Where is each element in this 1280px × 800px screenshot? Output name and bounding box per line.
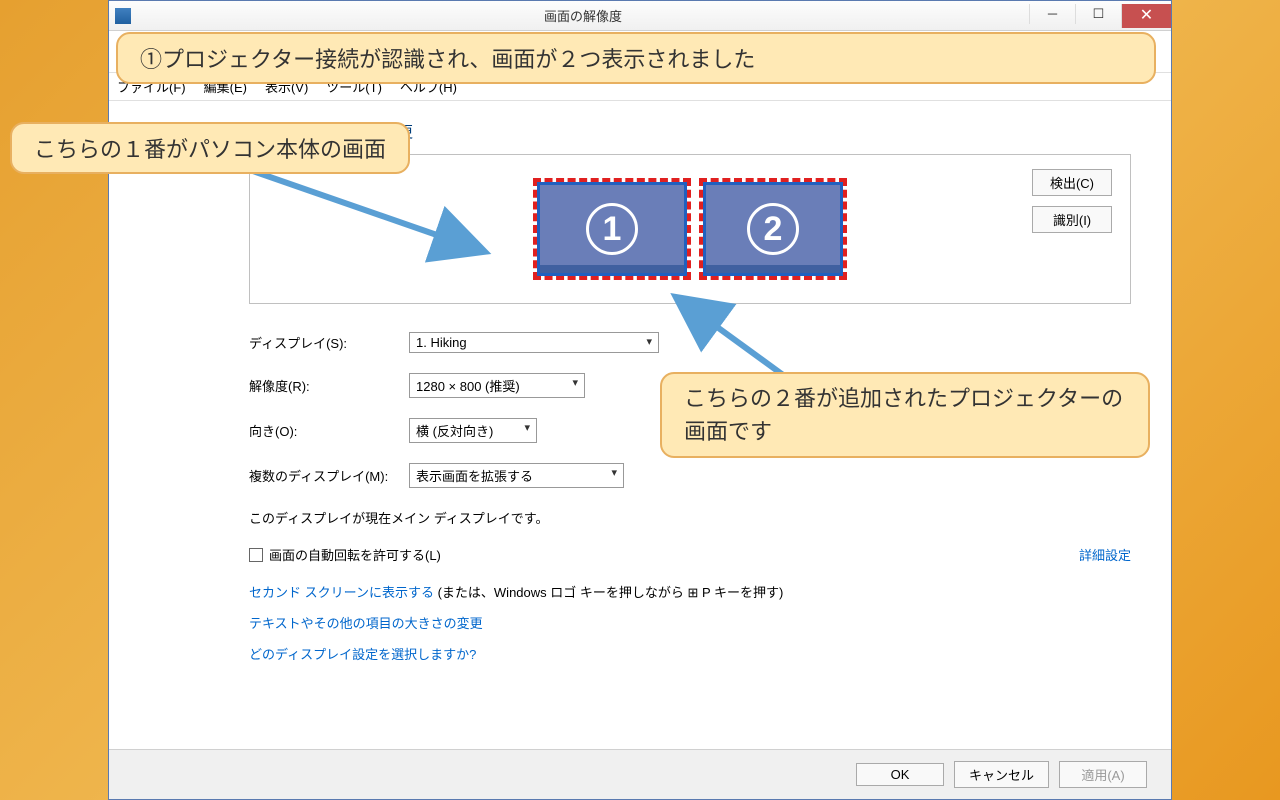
text-size-link[interactable]: テキストやその他の項目の大きさの変更	[249, 616, 483, 631]
window-icon	[115, 8, 131, 24]
link1-suffix-a: (または、Windows ロゴ キーを押しながら	[434, 585, 688, 600]
label-orientation: 向き(O):	[249, 421, 409, 440]
checkbox-row: 画面の自動回転を許可する(L) 詳細設定	[249, 545, 1131, 564]
screen-preview-container[interactable]: 1 2	[533, 178, 847, 280]
close-button[interactable]: ✕	[1121, 4, 1171, 28]
select-orientation[interactable]: 横 (反対向き)	[409, 418, 537, 443]
annotation-callout-2: こちらの１番がパソコン本体の画面	[10, 122, 410, 174]
ok-button[interactable]: OK	[856, 763, 944, 786]
apply-button[interactable]: 適用(A)	[1059, 761, 1147, 788]
screen-2[interactable]: 2	[699, 178, 847, 280]
winlogo-icon: ⊞	[687, 585, 698, 600]
screen-2-number: 2	[747, 203, 799, 255]
select-resolution[interactable]: 1280 × 800 (推奨)	[409, 373, 585, 398]
titlebar: 画面の解像度 ─ ☐ ✕	[109, 1, 1171, 31]
annotation-callout-3: こちらの２番が追加されたプロジェクターの画面です	[660, 372, 1150, 458]
screen-1[interactable]: 1	[533, 178, 691, 280]
monitor-buttons: 検出(C) 識別(I)	[1032, 169, 1112, 233]
checkbox-icon	[249, 548, 263, 562]
minimize-button[interactable]: ─	[1029, 4, 1075, 24]
dialog-footer: OK キャンセル 適用(A)	[109, 749, 1171, 799]
detect-button[interactable]: 検出(C)	[1032, 169, 1112, 196]
cancel-button[interactable]: キャンセル	[954, 761, 1049, 788]
link-row-3: どのディスプレイ設定を選択しますか?	[249, 644, 1131, 663]
link-row-2: テキストやその他の項目の大きさの変更	[249, 613, 1131, 632]
label-resolution: 解像度(R):	[249, 376, 409, 395]
window-title: 画面の解像度	[137, 6, 1029, 25]
link1-suffix-b: P キーを押す)	[698, 585, 783, 600]
maximize-button[interactable]: ☐	[1075, 4, 1121, 24]
select-multi[interactable]: 表示画面を拡張する	[409, 463, 624, 488]
which-display-link[interactable]: どのディスプレイ設定を選択しますか?	[249, 647, 476, 662]
label-display: ディスプレイ(S):	[249, 333, 409, 352]
identify-button[interactable]: 識別(I)	[1032, 206, 1112, 233]
link-row-1: セカンド スクリーンに表示する (または、Windows ロゴ キーを押しながら…	[249, 582, 1131, 601]
select-display[interactable]: 1. Hiking	[409, 332, 659, 353]
main-display-status: このディスプレイが現在メイン ディスプレイです。	[249, 508, 1131, 527]
advanced-settings-link[interactable]: 詳細設定	[1079, 545, 1131, 564]
window-controls: ─ ☐ ✕	[1029, 4, 1171, 28]
row-multi: 複数のディスプレイ(M): 表示画面を拡張する	[249, 463, 1131, 488]
label-multi: 複数のディスプレイ(M):	[249, 466, 409, 485]
screen-1-number: 1	[586, 203, 638, 255]
autorotate-checkbox[interactable]: 画面の自動回転を許可する(L)	[249, 545, 441, 564]
annotation-callout-1: ①プロジェクター接続が認識され、画面が２つ表示されました	[116, 32, 1156, 84]
second-screen-link[interactable]: セカンド スクリーンに表示する	[249, 585, 434, 600]
checkbox-label: 画面の自動回転を許可する(L)	[269, 545, 441, 564]
